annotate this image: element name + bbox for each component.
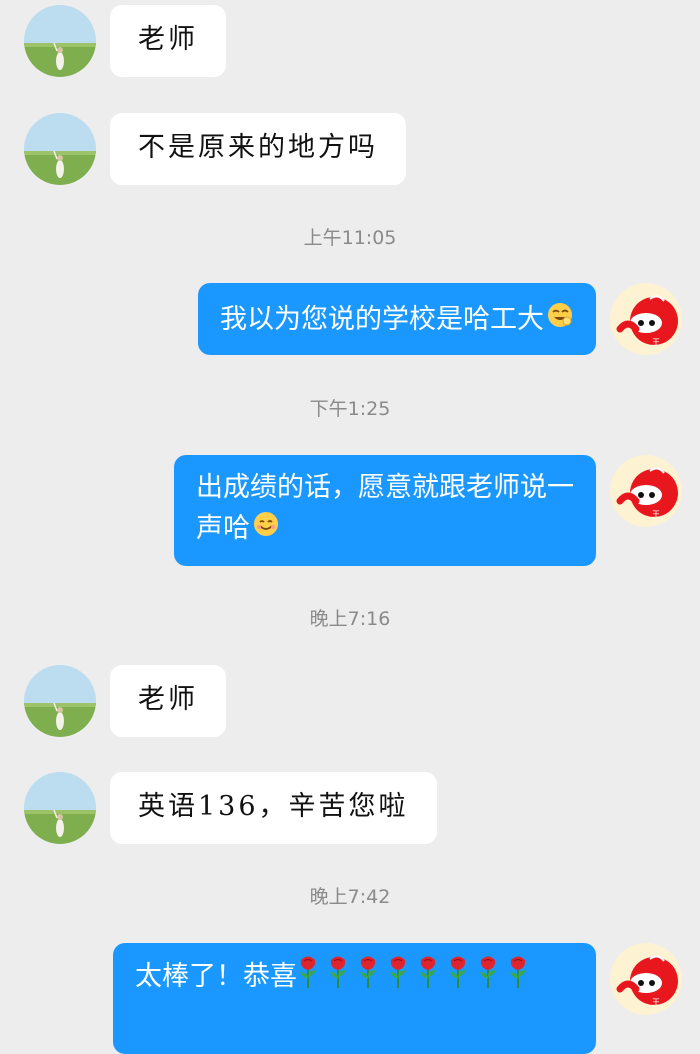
message-row-incoming: 英语136，辛苦您啦 — [0, 772, 700, 844]
contact-avatar[interactable] — [24, 665, 96, 737]
timestamp: 下午1:25 — [309, 398, 391, 420]
rose-emoji-icon — [417, 955, 439, 1001]
incoming-message-bubble[interactable]: 英语136，辛苦您啦 — [110, 772, 437, 844]
rose-emoji-icon — [387, 955, 409, 1001]
outgoing-message-bubble[interactable]: 出成绩的话，愿意就跟老师说一 声哈 — [174, 455, 596, 566]
svg-text:王: 王 — [652, 998, 660, 1007]
message-text: 不是原来的地方吗 — [138, 132, 378, 163]
incoming-message-bubble[interactable]: 不是原来的地方吗 — [110, 113, 406, 185]
message-text: 英语136，辛苦您啦 — [138, 791, 409, 822]
rose-emoji-icon — [327, 955, 349, 1001]
message-text-line-1: 出成绩的话，愿意就跟老师说一 — [196, 472, 574, 503]
rose-emoji-icon — [447, 955, 469, 1001]
my-avatar[interactable]: 王 — [610, 943, 682, 1015]
outgoing-message-bubble[interactable]: 太棒了！恭喜 — [113, 943, 596, 1054]
outgoing-message-bubble[interactable]: 我以为您说的学校是哈工大 — [198, 283, 596, 355]
message-row-outgoing: 出成绩的话，愿意就跟老师说一 声哈 王 — [0, 455, 700, 566]
my-avatar[interactable]: 王 — [610, 455, 682, 527]
message-text: 老师 — [138, 24, 198, 55]
message-text-line-2: 声哈 — [196, 513, 250, 544]
svg-text:王: 王 — [652, 510, 660, 519]
message-text: 老师 — [138, 684, 198, 715]
rose-emoji-icon — [297, 955, 319, 1001]
contact-avatar[interactable] — [24, 113, 96, 185]
message-row-incoming: 老师 — [0, 5, 700, 77]
timestamp: 晚上7:16 — [309, 608, 391, 630]
smile-emoji-icon — [252, 509, 280, 550]
timestamp: 上午11:05 — [303, 227, 397, 249]
rose-emoji-icon — [507, 955, 529, 1001]
rose-emoji-group — [297, 956, 537, 992]
chat-thread[interactable]: 老师 不是原来的地方吗 上午11:05 我以为您说的学校是哈工大 王 下午1:2… — [0, 0, 700, 1054]
message-text: 太棒了！恭喜 — [135, 961, 297, 992]
svg-text:王: 王 — [652, 338, 660, 347]
rose-emoji-icon — [357, 955, 379, 1001]
timestamp: 晚上7:42 — [309, 886, 391, 908]
my-avatar[interactable]: 王 — [610, 283, 682, 355]
incoming-message-bubble[interactable]: 老师 — [110, 665, 226, 737]
message-row-incoming: 不是原来的地方吗 — [0, 113, 700, 185]
message-row-outgoing: 我以为您说的学校是哈工大 王 — [0, 283, 700, 355]
message-text: 我以为您说的学校是哈工大 — [220, 304, 544, 335]
message-row-incoming: 老师 — [0, 665, 700, 737]
laugh-emoji-icon — [546, 300, 574, 341]
incoming-message-bubble[interactable]: 老师 — [110, 5, 226, 77]
rose-emoji-icon — [477, 955, 499, 1001]
contact-avatar[interactable] — [24, 772, 96, 844]
message-row-outgoing: 太棒了！恭喜 王 — [0, 943, 700, 1054]
contact-avatar[interactable] — [24, 5, 96, 77]
